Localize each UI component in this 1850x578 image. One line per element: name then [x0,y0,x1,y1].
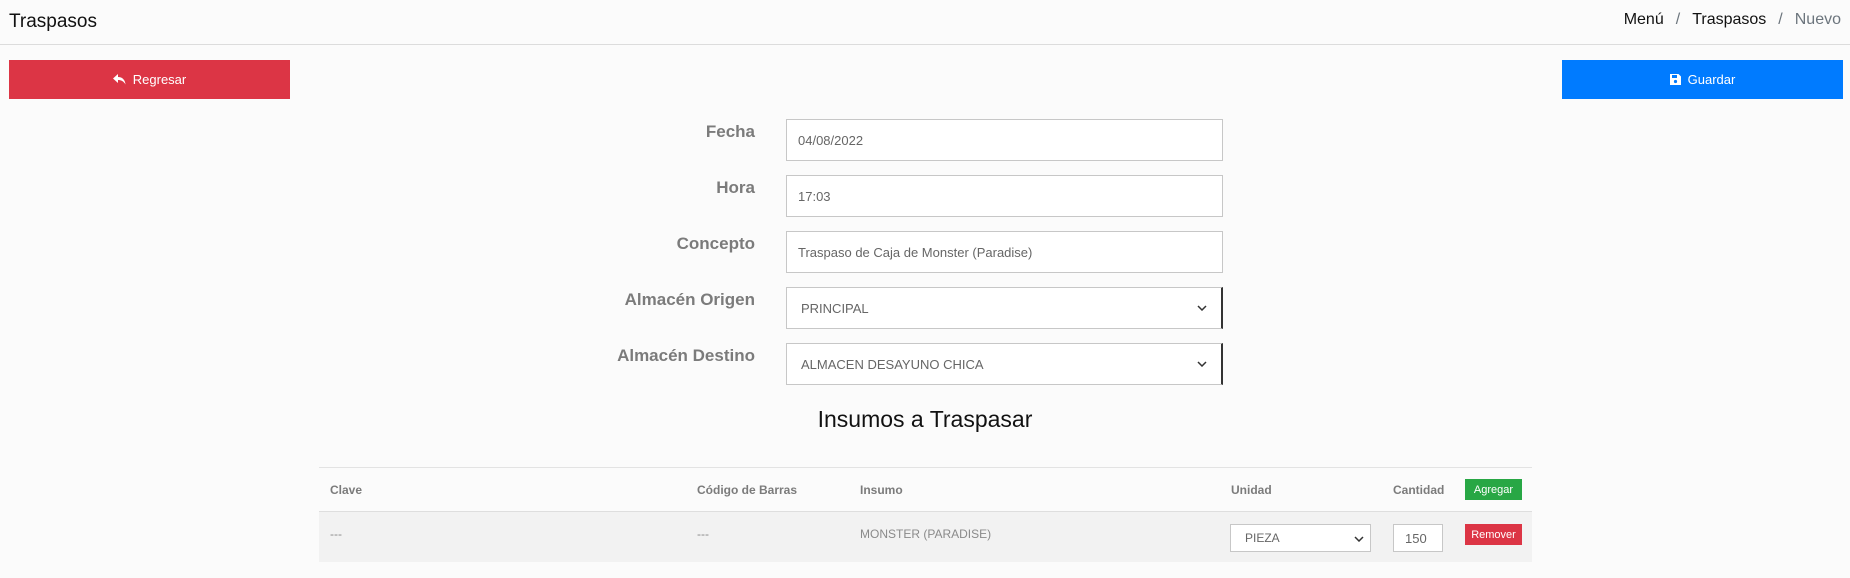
almacen-destino-label: Almacén Destino [617,346,755,365]
column-header-cantidad: Cantidad [1393,483,1445,497]
table-header: Clave Código de Barras Insumo Unidad Can… [319,467,1532,512]
save-button-label: Guardar [1687,72,1736,87]
breadcrumb-separator: / [1778,11,1783,28]
column-header-clave: Clave [330,483,363,497]
save-button[interactable]: Guardar [1562,60,1843,99]
hora-value: 17:03 [798,188,831,204]
almacen-origen-value: PRINCIPAL [801,300,869,316]
concepto-field[interactable]: Traspaso de Caja de Monster (Paradise) [786,231,1223,273]
chevron-down-icon [1197,358,1207,370]
floppy-disk-icon [1669,74,1681,85]
remove-insumo-button[interactable]: Remover [1465,524,1522,545]
unidad-value: PIEZA [1245,531,1280,545]
cell-clave: --- [330,527,342,541]
breadcrumb-current: Nuevo [1794,11,1841,28]
top-header: Traspasos Menú / Traspasos / Nuevo [0,0,1850,45]
breadcrumb-traspasos-link[interactable]: Traspasos [1692,11,1766,29]
column-header-codigo-barras: Código de Barras [697,483,798,497]
unidad-select[interactable]: PIEZA [1230,524,1371,552]
back-button[interactable]: Regresar [9,60,290,99]
column-header-insumo: Insumo [860,483,903,497]
table-row: --- --- MONSTER (PARADISE) PIEZA 150 Rem… [319,512,1532,562]
reply-icon [112,74,126,85]
insumos-table: Clave Código de Barras Insumo Unidad Can… [319,467,1532,562]
add-insumo-button[interactable]: Agregar [1465,479,1522,500]
chevron-down-icon [1197,302,1207,314]
back-button-label: Regresar [132,72,187,87]
almacen-destino-select[interactable]: ALMACEN DESAYUNO CHICA [786,343,1223,385]
fecha-value: 04/08/2022 [798,132,864,148]
breadcrumb-menu-link[interactable]: Menú [1624,11,1664,29]
cantidad-input[interactable]: 150 [1393,524,1443,552]
page-title: Traspasos [9,11,97,32]
breadcrumb-separator: / [1675,11,1681,28]
fecha-field[interactable]: 04/08/2022 [786,119,1223,161]
almacen-origen-label: Almacén Origen [624,290,755,309]
hora-label: Hora [716,178,755,197]
fecha-label: Fecha [705,122,755,141]
column-header-unidad: Unidad [1231,483,1272,497]
chevron-down-icon [1354,531,1364,545]
almacen-origen-select[interactable]: PRINCIPAL [786,287,1223,329]
cantidad-value: 150 [1405,530,1427,546]
concepto-label: Concepto [676,234,755,253]
concepto-value: Traspaso de Caja de Monster (Paradise) [798,244,1033,260]
cell-insumo: MONSTER (PARADISE) [860,527,992,541]
insumos-section-title: Insumos a Traspasar [817,406,1033,432]
almacen-destino-value: ALMACEN DESAYUNO CHICA [801,356,984,372]
cell-codigo-barras: --- [697,527,709,541]
hora-field[interactable]: 17:03 [786,175,1223,217]
breadcrumb: Menú / Traspasos / Nuevo [1624,11,1841,29]
